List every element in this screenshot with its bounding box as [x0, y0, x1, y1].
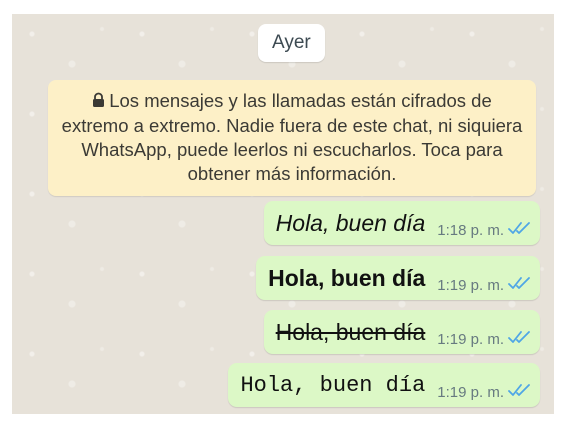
encryption-notice-text: Los mensajes y las llamadas están cifrad… [61, 90, 523, 184]
double-check-icon [508, 221, 530, 239]
date-chip: Ayer [258, 24, 325, 62]
message-text: Hola, buen día [268, 264, 426, 291]
message-text: Hola, buen día [275, 209, 426, 236]
message-bubble[interactable]: Hola, buen día 1:19 p. m. [263, 310, 540, 354]
lock-icon [92, 90, 105, 114]
double-check-icon [508, 330, 530, 348]
message-bubble[interactable]: Hola, buen día 1:19 p. m. [228, 363, 540, 407]
message-meta: 1:19 p. m. [437, 276, 530, 294]
message-meta: 1:18 p. m. [437, 221, 530, 239]
message-time: 1:19 p. m. [437, 276, 504, 294]
message-time: 1:18 p. m. [437, 221, 504, 239]
message-bubble[interactable]: Hola, buen día 1:19 p. m. [256, 256, 540, 300]
chat-area[interactable]: Ayer Los mensajes y las llamadas están c… [12, 14, 554, 414]
message-time: 1:19 p. m. [437, 383, 504, 401]
message-time: 1:19 p. m. [437, 330, 504, 348]
message-text: Hola, buen día [240, 372, 426, 398]
double-check-icon [508, 383, 530, 401]
message-text: Hola, buen día [275, 318, 426, 345]
double-check-icon [508, 276, 530, 294]
message-bubble[interactable]: Hola, buen día 1:18 p. m. [263, 201, 540, 245]
message-meta: 1:19 p. m. [437, 330, 530, 348]
message-meta: 1:19 p. m. [437, 383, 530, 401]
date-label: Ayer [272, 32, 311, 53]
encryption-notice[interactable]: Los mensajes y las llamadas están cifrad… [48, 80, 536, 196]
